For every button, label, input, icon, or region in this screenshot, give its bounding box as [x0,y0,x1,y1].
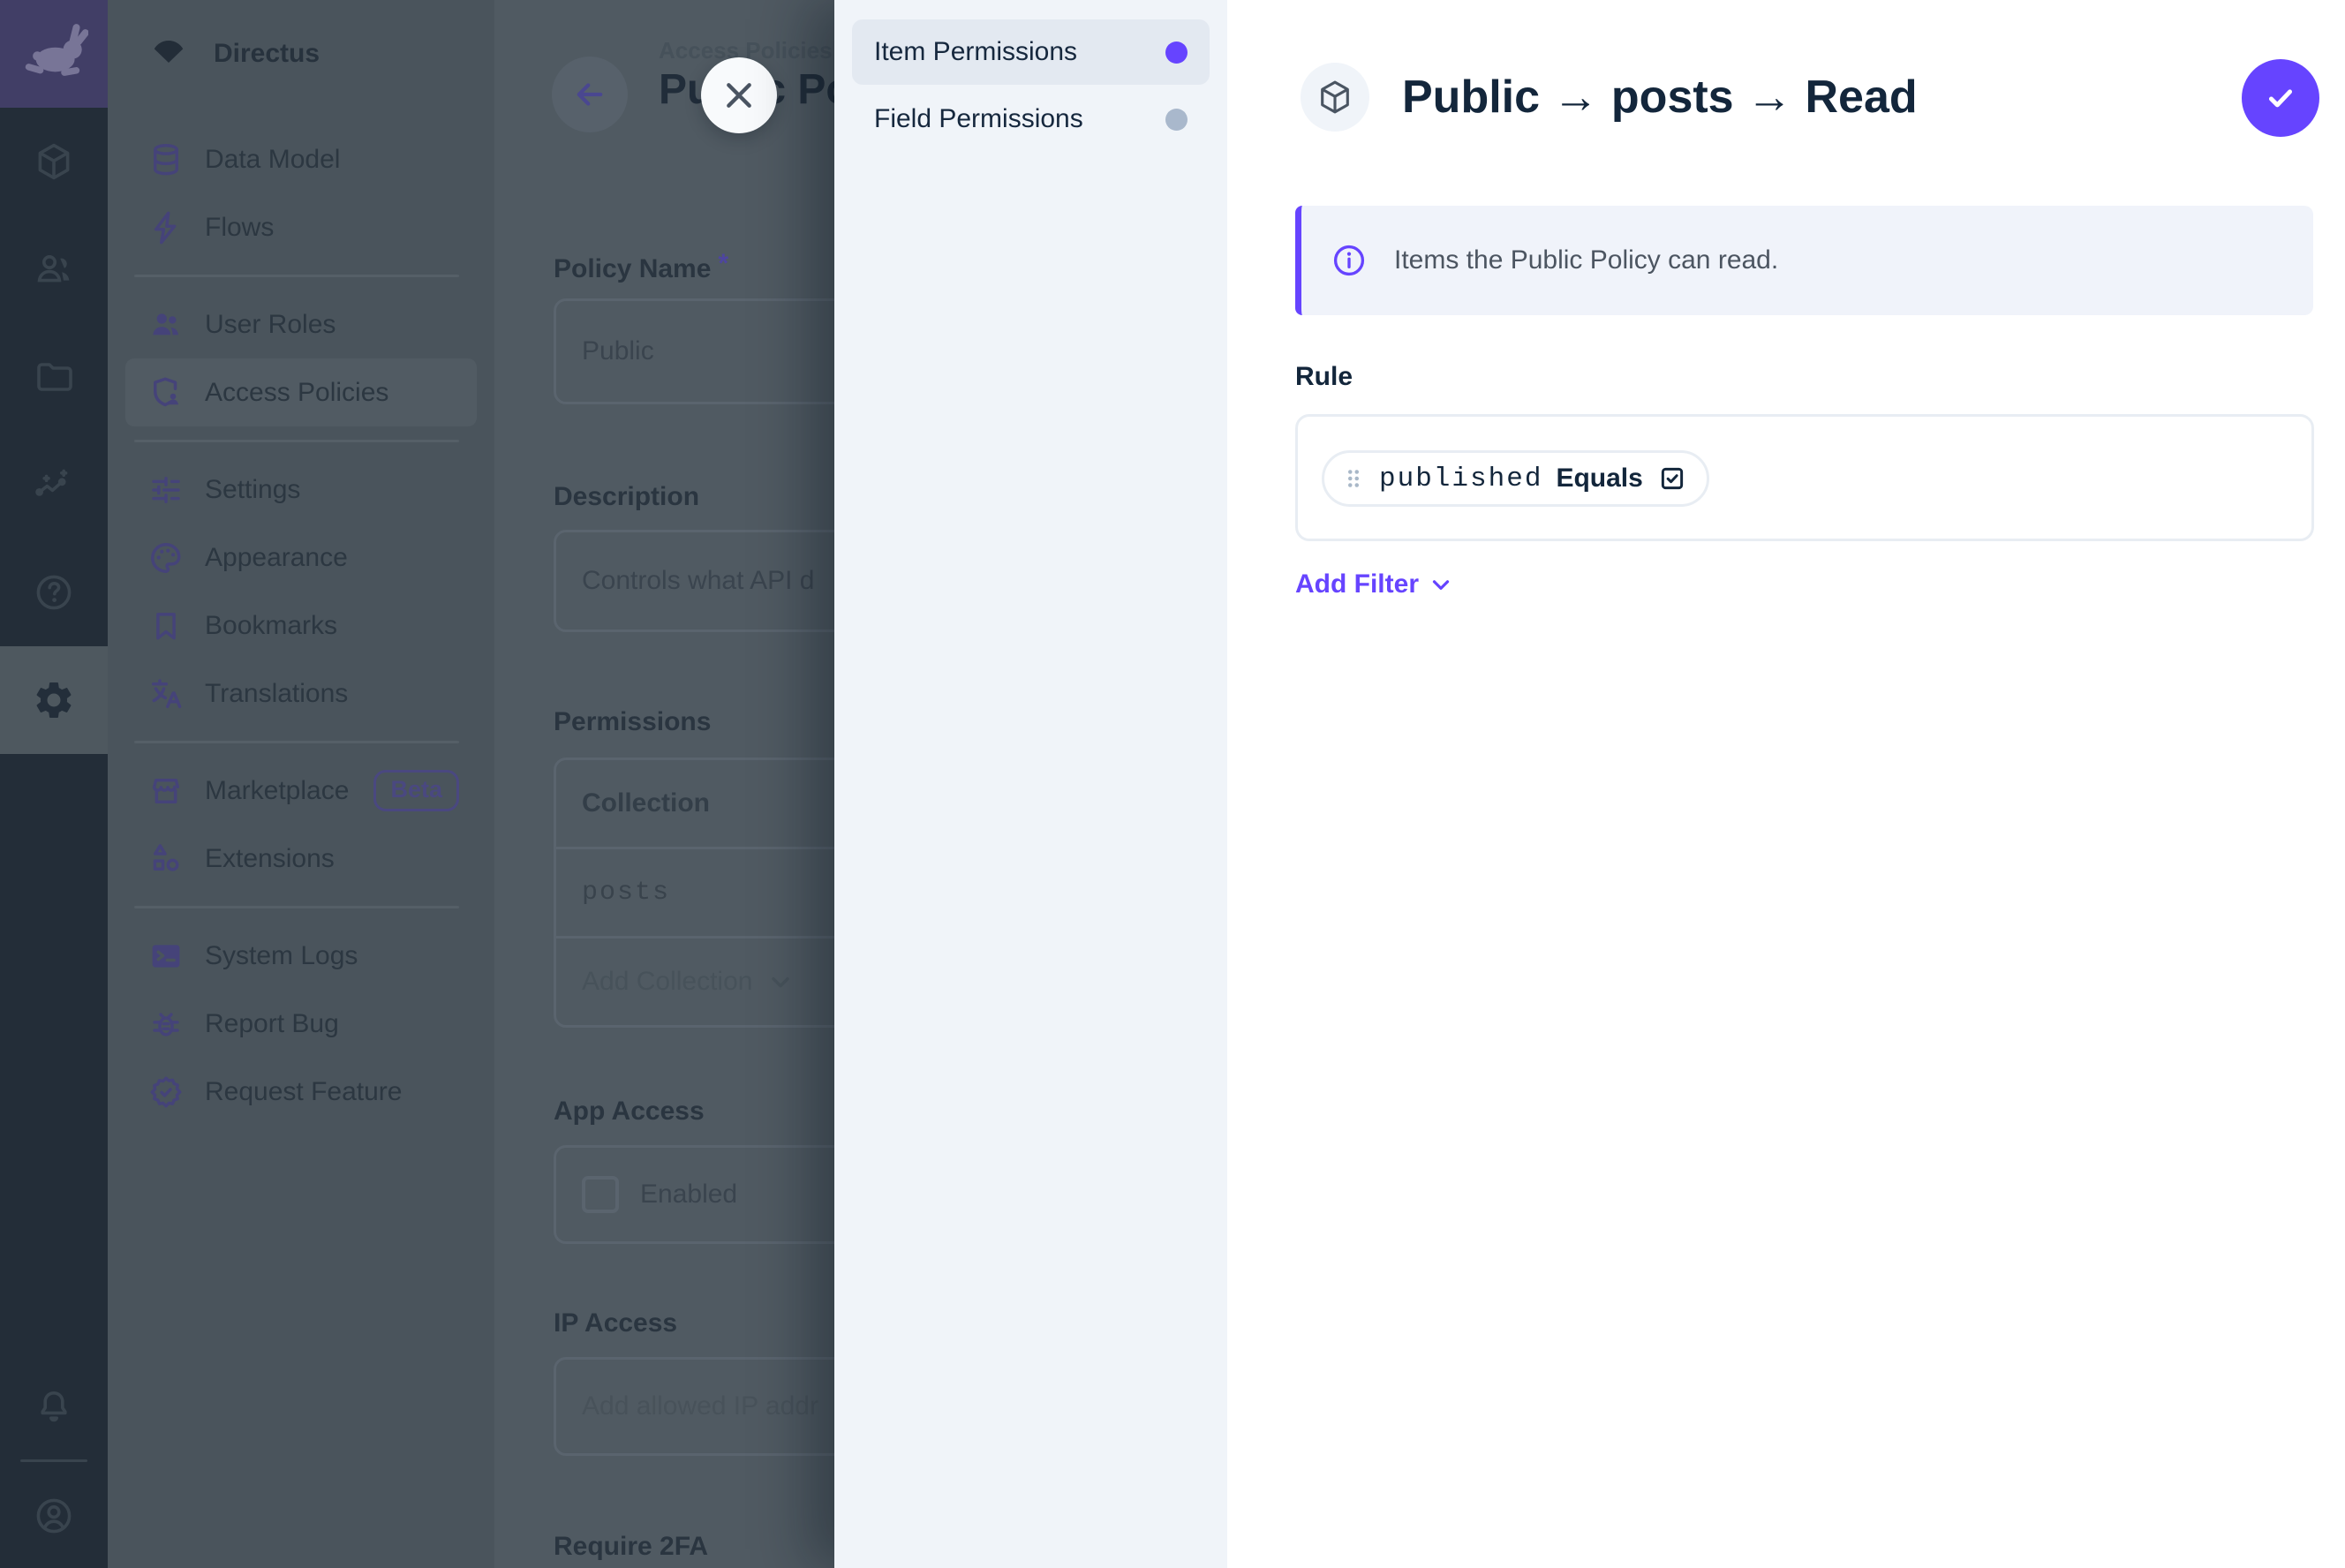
description-label: Description [554,482,699,512]
check-icon [2260,78,2301,118]
settings-nav-panel: Directus Data Model Flows User Roles Acc… [108,0,494,1568]
translate-icon [147,675,185,712]
settings-nav-list: Data Model Flows User Roles Access Polic… [108,108,494,1126]
nav-item-bookmarks[interactable]: Bookmarks [125,592,477,660]
database-icon [147,141,185,178]
chevron-down-icon [1428,571,1454,598]
rule-label: Rule [1295,362,1353,392]
drawer-header-avatar [1301,63,1369,132]
nav-item-access-policies[interactable]: Access Policies [125,358,477,426]
close-icon [721,78,757,113]
checked-checkbox-icon[interactable] [1657,464,1687,494]
required-marker: * [718,249,728,278]
module-list [0,108,108,754]
filter-chip[interactable]: published Equals [1322,450,1709,507]
directus-app-window: Access Policies Public Policy Policy Nam… [0,0,2345,1568]
policy-name-label: Policy Name* [554,249,728,284]
folder-icon [33,356,75,398]
drag-handle-icon[interactable] [1340,465,1367,492]
user-menu-button[interactable] [0,1462,108,1568]
project-name: Directus [214,39,320,69]
module-users[interactable] [0,215,108,323]
info-notice: Items the Public Policy can read. [1295,206,2313,315]
nav-item-data-model[interactable]: Data Model [125,125,477,193]
module-settings[interactable] [0,646,108,754]
project-header[interactable]: Directus [108,0,494,108]
enabled-checkbox[interactable] [582,1176,619,1213]
active-dot [1165,41,1188,64]
add-filter-button[interactable]: Add Filter [1295,569,1454,599]
enabled-checkbox-label: Enabled [640,1180,737,1210]
nav-item-user-roles[interactable]: User Roles [125,290,477,358]
box-icon [1316,78,1354,117]
bookmark-icon [147,607,185,645]
notice-text: Items the Public Policy can read. [1394,245,1778,275]
drawer-title: Public → posts → Read [1402,71,1918,124]
require-2fa-label: Require 2FA [554,1532,708,1562]
nav-item-settings[interactable]: Settings [125,456,477,524]
nav-item-extensions[interactable]: Extensions [125,825,477,893]
account-icon [33,1495,75,1537]
insights-icon [33,464,75,506]
nav-item-request-feature[interactable]: Request Feature [125,1058,477,1126]
ip-access-label: IP Access [554,1308,677,1338]
rabbit-logo-icon [19,19,88,88]
inactive-dot [1165,109,1188,131]
beta-badge: Beta [373,770,459,811]
notifications-button[interactable] [0,1354,108,1462]
terminal-icon [147,938,185,975]
shapes-icon [147,841,185,878]
module-content[interactable] [0,108,108,215]
nav-item-flows[interactable]: Flows [125,193,477,261]
nav-divider [134,440,459,442]
nav-item-report-bug[interactable]: Report Bug [125,990,477,1058]
drawer-nav-item-permissions[interactable]: Item Permissions [852,19,1210,85]
shield-user-icon [147,374,185,411]
storefront-icon [147,773,185,810]
bolt-icon [147,209,185,246]
module-help[interactable] [0,539,108,646]
palette-icon [147,539,185,577]
project-icon [147,32,191,76]
drawer-nav-panel: Item Permissions Field Permissions [834,0,1227,1568]
close-drawer-button[interactable] [701,57,777,133]
filter-field[interactable]: published [1379,464,1542,494]
drawer-nav-field-permissions[interactable]: Field Permissions [852,87,1210,152]
module-insights[interactable] [0,431,108,539]
drawer-content: Public → posts → Read Items the Public P… [1227,0,2345,1568]
module-bar [0,0,108,1568]
people-icon [147,306,185,343]
filter-operator[interactable]: Equals [1556,464,1642,494]
box-icon [33,140,75,183]
info-icon [1331,242,1368,279]
nav-item-marketplace[interactable]: Marketplace Beta [125,757,477,825]
module-files[interactable] [0,323,108,431]
nav-item-system-logs[interactable]: System Logs [125,922,477,990]
save-button[interactable] [2242,59,2319,137]
help-icon [33,571,75,614]
badge-check-icon [147,1074,185,1111]
nav-divider [134,275,459,277]
tune-icon [147,471,185,509]
bug-icon [147,1006,185,1043]
nav-item-appearance[interactable]: Appearance [125,524,477,592]
chevron-down-icon [766,968,795,996]
nav-item-translations[interactable]: Translations [125,660,477,727]
back-button[interactable] [552,57,628,132]
users-icon [33,248,75,290]
arrow-left-icon [571,76,608,113]
nav-divider [134,741,459,743]
rule-filter-box: published Equals [1295,414,2314,541]
directus-logo[interactable] [0,0,108,108]
nav-divider [134,906,459,908]
app-access-label: App Access [554,1097,705,1127]
permissions-label: Permissions [554,707,711,737]
settings-gear-icon [32,678,76,722]
bell-icon [33,1387,75,1429]
